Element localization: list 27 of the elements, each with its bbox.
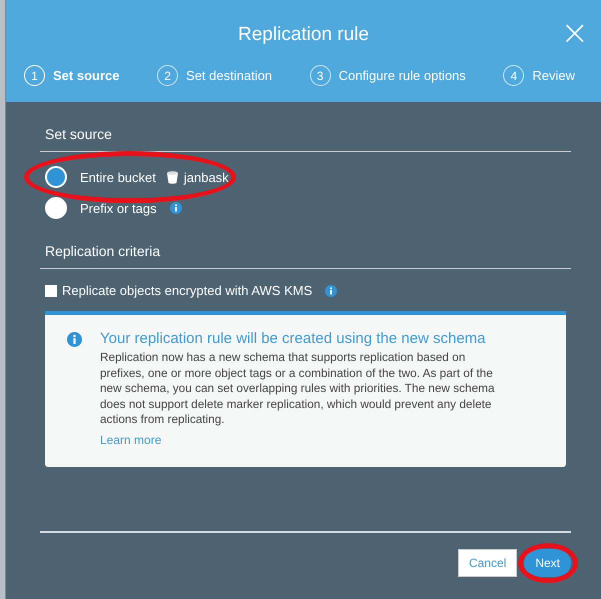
section-heading: Set source — [44, 125, 113, 142]
learn-more-link[interactable]: Learn more — [100, 432, 162, 446]
step-number: 2 — [157, 65, 178, 86]
option-label: Prefix or tags — [80, 200, 157, 216]
cancel-button[interactable]: Cancel — [458, 549, 518, 577]
option-label: Entire bucket — [80, 170, 156, 184]
notice-title: Your replication rule will be created using the new schema — [100, 330, 486, 347]
step-label[interactable]: Set destination — [186, 68, 272, 83]
step-number: 1 — [24, 65, 45, 86]
step-label[interactable]: Set source — [53, 68, 120, 83]
step-number: 4 — [503, 65, 524, 86]
notice-text: Replication now has a new schema that supports replication based on prefixes, one or more object tags or a combination of the two. As part of the new schema, you can set overlapping rules with priorities. The new schema does not support delete marker replication, which would prevent any delete actions from replicating. — [100, 350, 496, 428]
bucket-name: janbask — [184, 170, 229, 184]
dialog-title: Replication rule — [238, 24, 369, 46]
bucket-icon — [166, 170, 178, 184]
step-label[interactable]: Configure rule options — [338, 68, 466, 83]
radio-button[interactable] — [45, 166, 67, 188]
close-button[interactable]: × — [560, 18, 589, 48]
info-icon — [67, 332, 82, 347]
step-number: 3 — [310, 65, 331, 86]
checkbox-label: Replicate objects encrypted with AWS KMS — [62, 283, 312, 298]
checkbox[interactable] — [45, 284, 57, 296]
radio-button[interactable] — [45, 197, 67, 219]
info-icon — [325, 284, 338, 296]
annotation-ellipse — [518, 543, 578, 583]
section-heading: Replication criteria — [44, 242, 162, 259]
step-label[interactable]: Review — [532, 68, 575, 83]
